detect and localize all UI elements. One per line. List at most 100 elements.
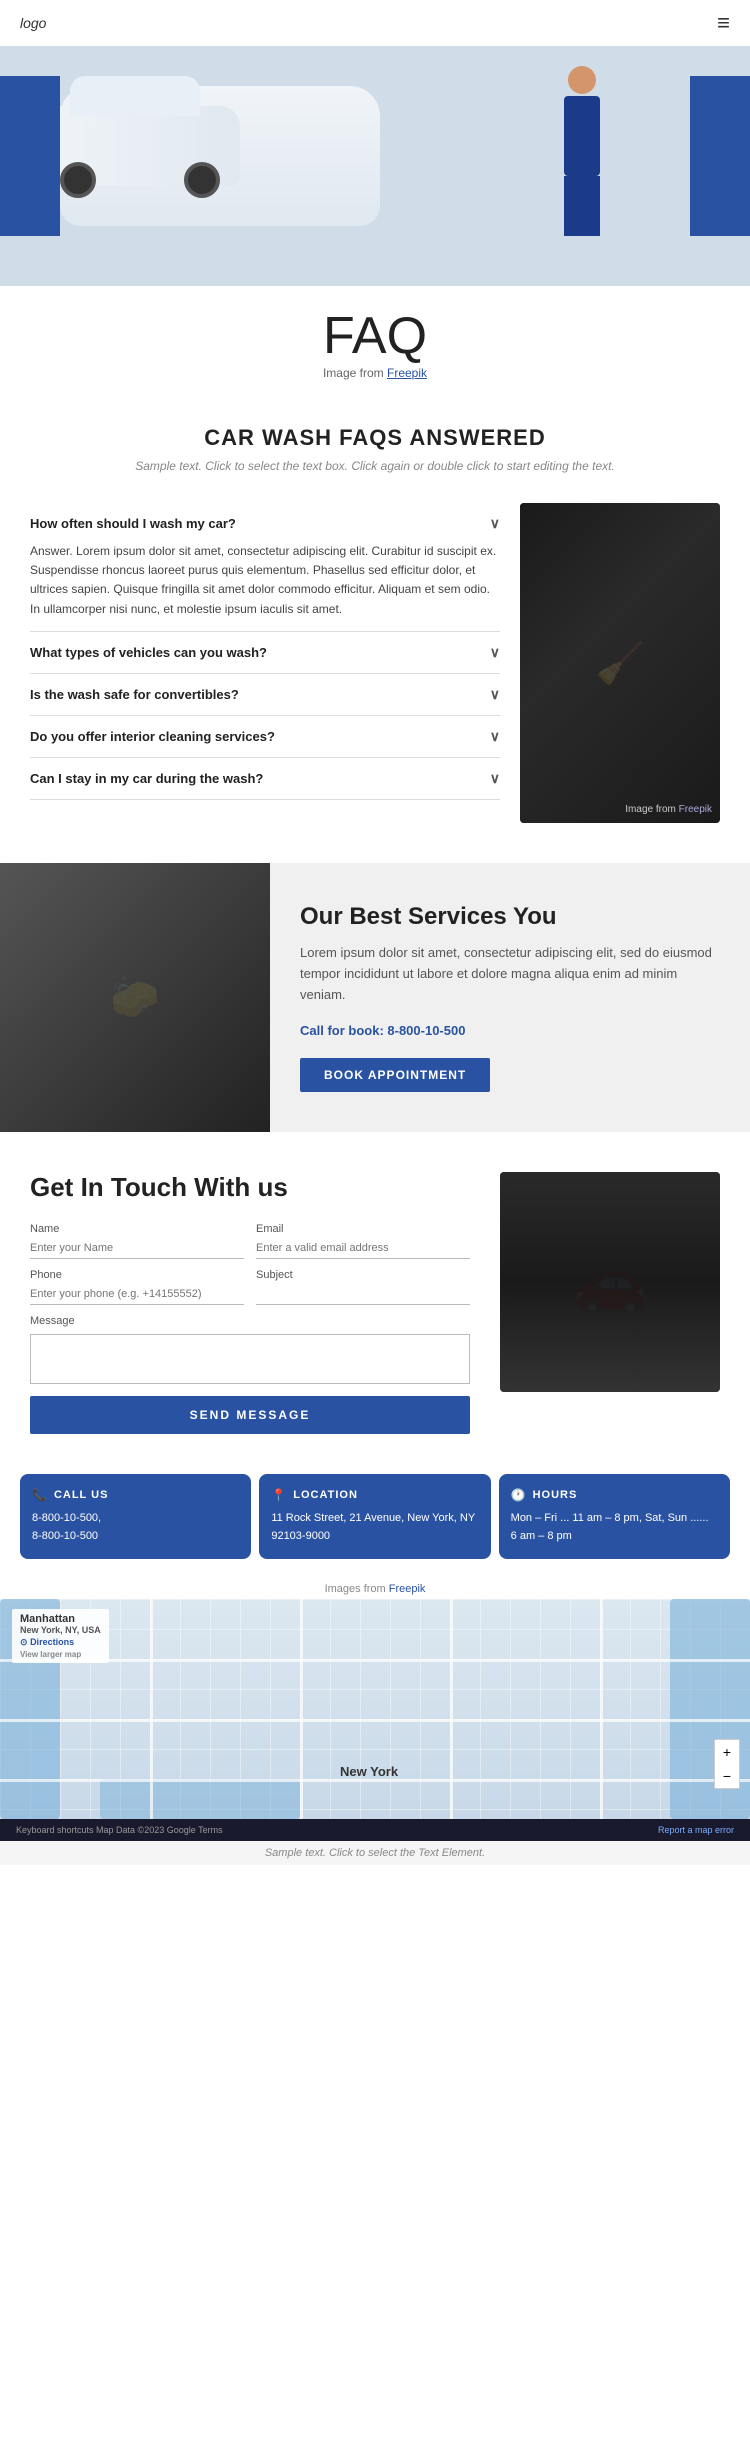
faqs-content: How often should I wash my car? ∨ Answer… (30, 503, 720, 823)
faq-question-1[interactable]: How often should I wash my car? ∨ (30, 515, 500, 532)
hero-freepik-link[interactable]: Freepik (387, 366, 427, 380)
faq-chevron-5: ∨ (490, 770, 500, 787)
map-road-h2 (0, 1719, 750, 1722)
contact-section: Get In Touch With us Name Email Phone Su… (0, 1132, 750, 1474)
faq-question-2[interactable]: What types of vehicles can you wash? ∨ (30, 644, 500, 661)
hero-image-credit: Image from Freepik (20, 366, 730, 380)
worker-body (564, 96, 600, 176)
faqs-heading: CAR WASH FAQS ANSWERED (30, 425, 720, 451)
hamburger-menu-icon[interactable]: ≡ (717, 10, 730, 36)
call-for-book: Call for book: 8-800-10-500 (300, 1021, 720, 1042)
wheel-left (60, 162, 96, 198)
subject-label: Subject (256, 1269, 470, 1281)
faq-title-section: FAQ Image from Freepik (0, 286, 750, 385)
map-water-3 (100, 1779, 300, 1819)
hero-blue-accent-right (690, 76, 750, 236)
clock-icon: 🕐 (511, 1488, 527, 1502)
phone-input[interactable] (30, 1284, 244, 1305)
phone-number[interactable]: 8-800-10-500 (387, 1023, 465, 1038)
map-target-link[interactable]: View larger map (20, 1650, 101, 1659)
services-section: 🧽 Our Best Services You Lorem ipsum dolo… (0, 863, 750, 1132)
map-road-v1 (150, 1599, 153, 1819)
faq-item-3: Is the wash safe for convertibles? ∨ (30, 674, 500, 716)
faq-question-5[interactable]: Can I stay in my car during the wash? ∨ (30, 770, 500, 787)
images-freepik-link[interactable]: Freepik (389, 1583, 426, 1595)
faq-question-3-text: Is the wash safe for convertibles? (30, 687, 239, 702)
header: logo ≡ (0, 0, 750, 46)
faq-main-title: FAQ (20, 306, 730, 366)
hours-title: 🕐 HOURS (511, 1488, 718, 1502)
faqs-right-column: 🧹 Image from Freepik (520, 503, 720, 823)
contact-car-image (500, 1172, 720, 1392)
car-illustration (40, 106, 240, 186)
map-manhattan-label[interactable]: Manhattan New York, NY, USA ⊙ Directions… (12, 1609, 109, 1663)
services-heading: Our Best Services You (300, 903, 720, 931)
services-content: Our Best Services You Lorem ipsum dolor … (270, 863, 750, 1132)
worker-illustration (564, 66, 600, 236)
worker-head (568, 66, 596, 94)
faq-question-4[interactable]: Do you offer interior cleaning services?… (30, 728, 500, 745)
logo: logo (20, 15, 46, 31)
email-label: Email (256, 1223, 470, 1235)
info-card-call-us: 📞 CALL US 8-800-10-500,8-800-10-500 (20, 1474, 251, 1559)
map-zoom-controls: + − (714, 1739, 740, 1789)
services-description: Lorem ipsum dolor sit amet, consectetur … (300, 943, 720, 1005)
faqs-right-image: 🧹 Image from Freepik (520, 503, 720, 823)
map-zoom-in-button[interactable]: + (715, 1740, 739, 1764)
call-us-content: 8-800-10-500,8-800-10-500 (32, 1510, 239, 1545)
contact-car-inner (500, 1172, 720, 1392)
subject-input[interactable] (256, 1284, 470, 1305)
faq-item-4: Do you offer interior cleaning services?… (30, 716, 500, 758)
faq-item-1: How often should I wash my car? ∨ Answer… (30, 503, 500, 632)
faqs-subtitle: Sample text. Click to select the text bo… (30, 459, 720, 473)
form-group-name: Name (30, 1223, 244, 1259)
form-group-subject: Subject (256, 1269, 470, 1305)
faq-item-5: Can I stay in my car during the wash? ∨ (30, 758, 500, 800)
faq-question-5-text: Can I stay in my car during the wash? (30, 771, 263, 786)
hero-image (0, 46, 750, 286)
map-road-h3 (0, 1779, 750, 1782)
faqs-image-credit: Image from Freepik (625, 804, 712, 815)
form-group-phone: Phone (30, 1269, 244, 1305)
location-title: 📍 LOCATION (271, 1488, 478, 1502)
faq-question-2-text: What types of vehicles can you wash? (30, 645, 267, 660)
map-road-v3 (450, 1599, 453, 1819)
bottom-sample-text: Sample text. Click to select the Text El… (0, 1841, 750, 1865)
faqs-left-column: How often should I wash my car? ∨ Answer… (30, 503, 500, 823)
footer-bar: Keyboard shortcuts Map Data ©2023 Google… (0, 1819, 750, 1841)
form-row-name-email: Name Email (30, 1223, 470, 1259)
map-background: Manhattan New York, NY, USA ⊙ Directions… (0, 1599, 750, 1819)
call-us-title: 📞 CALL US (32, 1488, 239, 1502)
wheel-right (184, 162, 220, 198)
hours-content: Mon – Fri ... 11 am – 8 pm, Sat, Sun ...… (511, 1510, 718, 1545)
form-group-email: Email (256, 1223, 470, 1259)
faqs-freepik-link[interactable]: Freepik (679, 804, 712, 815)
info-card-hours: 🕐 HOURS Mon – Fri ... 11 am – 8 pm, Sat,… (499, 1474, 730, 1559)
call-label: Call for book: (300, 1023, 387, 1038)
phone-icon: 📞 (32, 1488, 48, 1502)
location-content: 11 Rock Street, 21 Avenue, New York, NY9… (271, 1510, 478, 1545)
map-directions: ⊙ Directions (20, 1637, 101, 1648)
location-icon: 📍 (271, 1488, 287, 1502)
info-cards-row: 📞 CALL US 8-800-10-500,8-800-10-500 📍 LO… (0, 1474, 750, 1575)
message-textarea[interactable] (30, 1334, 470, 1384)
book-appointment-button[interactable]: BOOK APPOINTMENT (300, 1058, 490, 1092)
name-input[interactable] (30, 1238, 244, 1259)
email-input[interactable] (256, 1238, 470, 1259)
form-row-phone-subject: Phone Subject (30, 1269, 470, 1305)
faq-question-3[interactable]: Is the wash safe for convertibles? ∨ (30, 686, 500, 703)
contact-form-area: Get In Touch With us Name Email Phone Su… (30, 1172, 470, 1434)
contact-right-image-area (500, 1172, 720, 1434)
faq-answer-1: Answer. Lorem ipsum dolor sit amet, cons… (30, 542, 500, 619)
map-zoom-out-button[interactable]: − (715, 1764, 739, 1788)
phone-label: Phone (30, 1269, 244, 1281)
detail-work-illustration: 🧽 (0, 863, 270, 1132)
faq-chevron-2: ∨ (490, 644, 500, 661)
message-label: Message (30, 1315, 470, 1327)
footer-right-text[interactable]: Report a map error (658, 1825, 734, 1835)
map-road-v2 (300, 1599, 303, 1819)
hero-section (0, 46, 750, 286)
send-message-button[interactable]: SEND MESSAGE (30, 1396, 470, 1434)
map-road-h1 (0, 1659, 750, 1662)
name-label: Name (30, 1223, 244, 1235)
